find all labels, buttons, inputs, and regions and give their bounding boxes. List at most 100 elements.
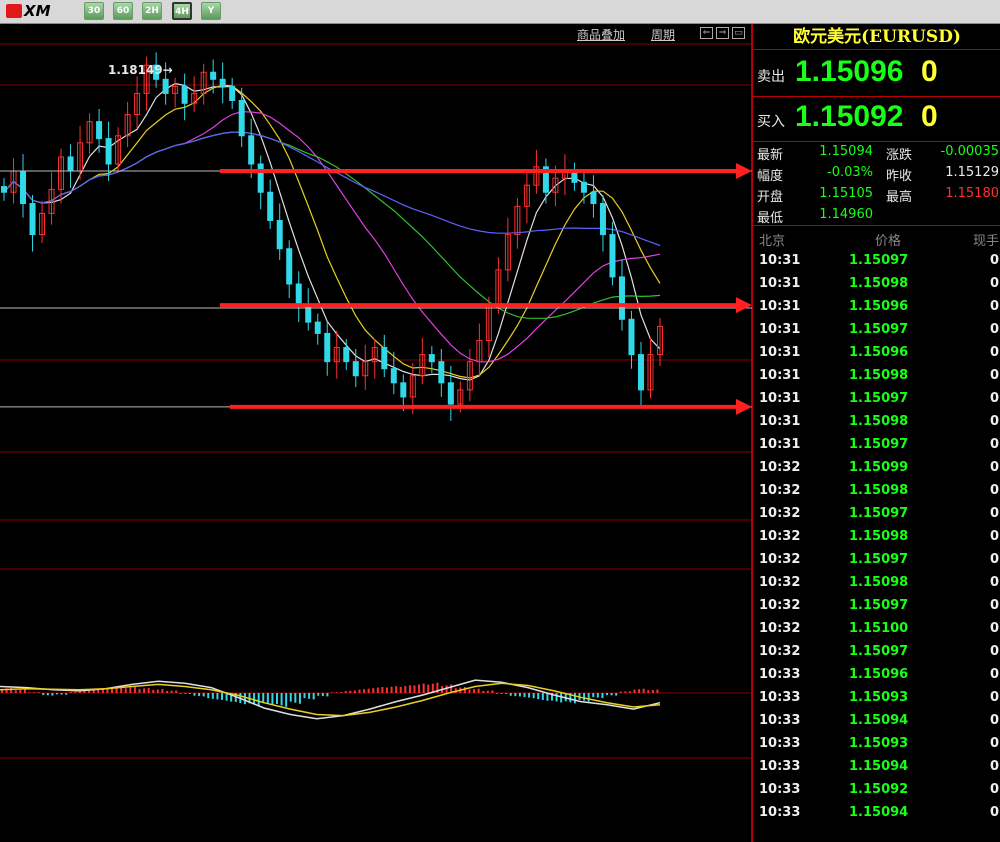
tick-vol: 0 — [989, 736, 999, 751]
tick-row: 10:32 1.15099 0 — [753, 457, 1000, 480]
sell-digit: 0 — [921, 55, 938, 88]
tick-row: 10:33 1.15096 0 — [753, 664, 1000, 687]
candle-body — [352, 361, 359, 377]
tick-price: 1.15096 — [849, 667, 909, 682]
buy-price: 1.15092 — [795, 100, 904, 133]
stat-v2: 1.15129 — [945, 165, 999, 180]
candle-body — [29, 203, 36, 236]
toolbar: XM 30 60 2H 4H Y — [0, 0, 1000, 24]
tick-price: 1.15098 — [849, 414, 909, 429]
period-link[interactable]: 周期 — [651, 26, 675, 43]
tick-price: 1.15098 — [849, 276, 909, 291]
tick-row: 10:33 1.15092 0 — [753, 779, 1000, 802]
tick-row: 10:32 1.15098 0 — [753, 480, 1000, 503]
tick-time: 10:32 — [759, 552, 801, 567]
candle-body — [219, 78, 226, 87]
period-4h-button[interactable]: 4H — [172, 2, 192, 20]
stat-l1: 幅度 — [757, 169, 784, 184]
tick-vol: 0 — [989, 368, 999, 383]
tick-row: 10:32 1.15097 0 — [753, 595, 1000, 618]
candle-body — [20, 170, 27, 205]
candle-body — [400, 382, 407, 398]
tick-time: 10:32 — [759, 621, 801, 636]
tick-time: 10:31 — [759, 276, 801, 291]
tick-vol: 0 — [989, 299, 999, 314]
candle-body — [609, 234, 616, 278]
tick-time: 10:32 — [759, 483, 801, 498]
tick-vol: 0 — [989, 460, 999, 475]
tick-row: 10:31 1.15098 0 — [753, 273, 1000, 296]
stat-v2: -0.00035 — [940, 144, 999, 159]
tick-vol: 0 — [989, 782, 999, 797]
sell-row[interactable]: 卖出 1.15096 0 — [753, 51, 1000, 97]
tick-vol: 0 — [989, 391, 999, 406]
tick-price: 1.15096 — [849, 299, 909, 314]
candle-body — [628, 318, 635, 356]
tick-price: 1.15094 — [849, 805, 909, 820]
tick-row: 10:31 1.15096 0 — [753, 342, 1000, 365]
tick-price: 1.15092 — [849, 782, 909, 797]
candle-body — [248, 135, 255, 165]
stats-table: 最新 1.15094 涨跌 -0.00035 幅度 -0.03% 昨收 1.15129 开盘 1.… — [753, 142, 1000, 226]
stat-row: 最新 1.15094 涨跌 -0.00035 — [753, 142, 1000, 163]
period-2h-button[interactable]: 2H — [142, 2, 162, 20]
tick-time: 10:33 — [759, 713, 801, 728]
tick-row: 10:31 1.15097 0 — [753, 388, 1000, 411]
ma-line-30 — [3, 131, 661, 319]
candle-body — [238, 99, 245, 137]
stat-row: 开盘 1.15105 最高 1.15180 — [753, 184, 1000, 205]
candle-body — [381, 347, 388, 370]
ma-line-60 — [3, 131, 661, 247]
filter-button[interactable]: Y — [201, 2, 221, 20]
tick-time: 10:31 — [759, 322, 801, 337]
nav-right-icon[interactable]: ⇒ — [716, 27, 729, 39]
candle-body — [267, 191, 274, 221]
xm-logo-icon — [6, 4, 22, 18]
tick-price: 1.15097 — [849, 322, 909, 337]
tick-vol: 0 — [989, 805, 999, 820]
tick-vol: 0 — [989, 529, 999, 544]
tick-vol: 0 — [989, 621, 999, 636]
tick-row: 10:31 1.15098 0 — [753, 411, 1000, 434]
nav-left-icon[interactable]: ⇐ — [700, 27, 713, 39]
stat-l2: 昨收 — [886, 169, 913, 184]
tick-vol: 0 — [989, 253, 999, 268]
price-chart[interactable] — [0, 24, 752, 842]
nav-end-icon[interactable]: ▭ — [732, 27, 745, 39]
tick-row: 10:31 1.15097 0 — [753, 319, 1000, 342]
add-product-link[interactable]: 商品叠加 — [577, 26, 625, 43]
candle-body — [618, 276, 625, 320]
tick-row: 10:32 1.15098 0 — [753, 526, 1000, 549]
period-30-button[interactable]: 30 — [84, 2, 104, 20]
tick-time: 10:33 — [759, 805, 801, 820]
sell-label: 卖出 — [757, 69, 785, 85]
tick-vol: 0 — [989, 345, 999, 360]
candle-body — [447, 382, 454, 405]
tick-vol: 0 — [989, 690, 999, 705]
tick-price: 1.15097 — [849, 437, 909, 452]
tick-row: 10:33 1.15094 0 — [753, 802, 1000, 825]
ticks-header: 北京 价格 现手 — [753, 227, 1000, 249]
tick-vol: 0 — [989, 644, 999, 659]
candle-body — [105, 138, 112, 165]
period-60-button[interactable]: 60 — [113, 2, 133, 20]
tick-time: 10:32 — [759, 506, 801, 521]
tick-vol: 0 — [989, 483, 999, 498]
candle-body — [67, 156, 74, 172]
candle-body — [286, 248, 293, 285]
tick-price: 1.15097 — [849, 644, 909, 659]
tick-vol: 0 — [989, 276, 999, 291]
tick-vol: 0 — [989, 598, 999, 613]
tick-price: 1.15097 — [849, 506, 909, 521]
buy-row[interactable]: 买入 1.15092 0 — [753, 96, 1000, 142]
tick-row: 10:32 1.15098 0 — [753, 572, 1000, 595]
candle-body — [438, 361, 445, 384]
tick-price: 1.15094 — [849, 759, 909, 774]
tick-row: 10:32 1.15100 0 — [753, 618, 1000, 641]
tick-vol: 0 — [989, 667, 999, 682]
tick-time: 10:33 — [759, 782, 801, 797]
stat-l2: 最高 — [886, 190, 913, 205]
tick-vol: 0 — [989, 437, 999, 452]
tick-time: 10:33 — [759, 667, 801, 682]
tick-row: 10:31 1.15097 0 — [753, 250, 1000, 273]
